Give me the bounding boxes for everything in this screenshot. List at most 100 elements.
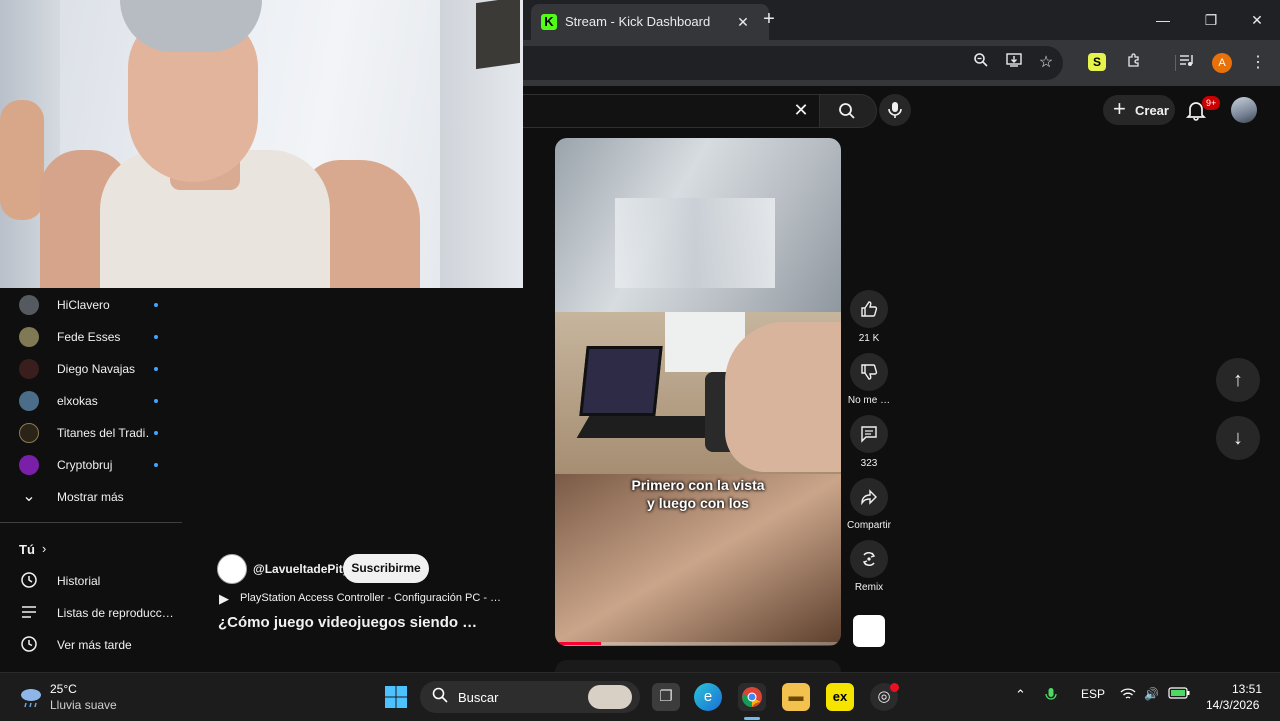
task-view-icon[interactable]: ❐ [652,683,680,711]
sidebar-item-label: Listas de reproducc… [57,606,174,620]
sidebar-item-history[interactable]: Historial [0,565,182,597]
sidebar-subscription[interactable]: HiClavero [0,289,182,321]
windows-start-icon[interactable] [384,685,408,709]
sidebar-subscription[interactable]: elxokas [0,385,182,417]
sidebar-subscription[interactable]: Titanes del Tradi… [0,417,182,449]
wifi-icon[interactable] [1120,687,1136,704]
windows-taskbar: 25°C Lluvia suave Buscar ❐ e ▬ ex ◎ ⌃ ES… [0,672,1280,721]
subscription-name: Cryptobruj [57,458,113,472]
subscription-name: HiClavero [57,298,110,312]
webcam-wall-frame [476,0,520,70]
new-content-dot [154,463,158,467]
channel-avatar[interactable] [217,554,247,584]
short-video-player[interactable]: Primero con la vista y luego con los [555,138,841,646]
like-button[interactable] [850,290,888,328]
browser-tab[interactable]: K Stream - Kick Dashboard ✕ [531,4,769,40]
subscription-name: elxokas [57,394,98,408]
sidebar-subscription[interactable]: Diego Navajas [0,353,182,385]
edge-browser-icon[interactable]: e [694,683,722,711]
chrome-browser-icon[interactable] [738,683,766,711]
restore-button[interactable]: ❐ [1196,8,1226,32]
sidebar-item-watch-later[interactable]: Ver más tarde [0,629,182,661]
search-highlight-icon [588,685,632,709]
search-icon [432,687,448,707]
previous-short-button[interactable]: ↑ [1216,358,1260,402]
subscription-name: Fede Esses [57,330,121,344]
linked-video-link[interactable]: PlayStation Access Controller - Configur… [240,592,502,604]
share-label: Compartir [847,520,891,531]
share-button[interactable] [850,478,888,516]
install-app-icon[interactable] [1003,52,1025,74]
sidebar-subscription[interactable]: Fede Esses [0,321,182,353]
channel-avatar [19,359,39,379]
video-blurred-window [615,198,775,288]
channel-avatar [19,391,39,411]
channel-avatar [19,423,39,443]
profile-avatar[interactable]: A [1212,53,1232,73]
tab-close-icon[interactable]: ✕ [733,12,753,32]
microphone-icon[interactable] [1045,687,1057,706]
account-avatar[interactable] [1231,97,1257,123]
tray-overflow-chevron-icon[interactable]: ⌃ [1015,687,1026,703]
search-input[interactable] [523,94,820,128]
sidebar-item-playlists[interactable]: Listas de reproducc… [0,597,182,629]
channel-avatar [19,455,39,475]
clock-date[interactable]: 14/3/2026 [1206,698,1259,712]
dislike-button[interactable] [850,353,888,391]
sound-pivot-thumbnail[interactable] [853,615,885,647]
weather-rain-icon[interactable] [18,686,44,708]
input-language[interactable]: ESP [1081,687,1105,701]
next-short-button[interactable]: ↓ [1216,416,1260,460]
taskbar-search[interactable]: Buscar [420,681,640,713]
create-button[interactable]: + Crear [1103,95,1175,125]
browser-menu-icon[interactable]: ⋮ [1247,52,1269,74]
clear-search-icon[interactable]: ✕ [791,100,811,120]
clock-icon [19,635,39,655]
zoom-icon[interactable] [970,52,992,74]
webcam-overlay [0,0,523,288]
clock-time[interactable]: 13:51 [1232,682,1262,696]
sidebar-subscription[interactable]: Cryptobruj [0,449,182,481]
new-tab-button[interactable]: + [759,9,779,30]
weather-description[interactable]: Lluvia suave [50,698,117,712]
file-explorer-icon[interactable]: ▬ [782,683,810,711]
sidebar-divider [0,522,182,523]
voice-search-button[interactable] [879,94,911,126]
new-content-dot [154,367,158,371]
extensions-puzzle-icon[interactable] [1123,52,1145,74]
exchange-app-icon[interactable]: ex [826,683,854,711]
sidebar-item-label: Historial [57,574,101,588]
remix-button[interactable] [850,540,888,578]
video-person [725,322,841,472]
chevron-down-icon: ⌄ [22,488,36,505]
bookmark-star-icon[interactable]: ☆ [1035,52,1057,74]
close-window-button[interactable]: ✕ [1242,8,1272,32]
new-content-dot [154,399,158,403]
like-count: 21 K [858,333,880,344]
show-more-button[interactable]: ⌄ Mostrar más [0,481,182,513]
video-laptop [579,346,663,416]
create-label: Crear [1135,103,1169,118]
comments-button[interactable] [850,415,888,453]
channel-avatar [19,327,39,347]
media-controls-icon[interactable] [1175,52,1197,74]
show-more-label: Mostrar más [57,490,124,504]
subscription-name: Diego Navajas [57,362,136,376]
subscribe-button[interactable]: Suscribirme [343,554,429,583]
short-title[interactable]: ¿Cómo juego videojuegos siendo … [218,614,477,631]
video-caption: Primero con la vista y luego con los [555,476,841,512]
channel-name[interactable]: @LavueltadePity [253,562,349,576]
new-content-dot [154,431,158,435]
chevron-right-icon: › [42,541,47,556]
battery-icon[interactable] [1168,687,1190,702]
you-section-title[interactable]: Tú [19,542,35,557]
video-laptop-base [576,416,718,438]
speaker-icon[interactable]: 🔊 [1144,687,1159,701]
plus-icon: + [1113,96,1126,121]
kick-favicon-icon: K [541,14,557,30]
extension-s-icon[interactable]: S [1088,53,1106,71]
minimize-button[interactable]: — [1148,8,1178,32]
comment-count: 323 [860,458,878,469]
weather-temperature[interactable]: 25°C [50,682,77,696]
search-button[interactable] [819,94,877,128]
